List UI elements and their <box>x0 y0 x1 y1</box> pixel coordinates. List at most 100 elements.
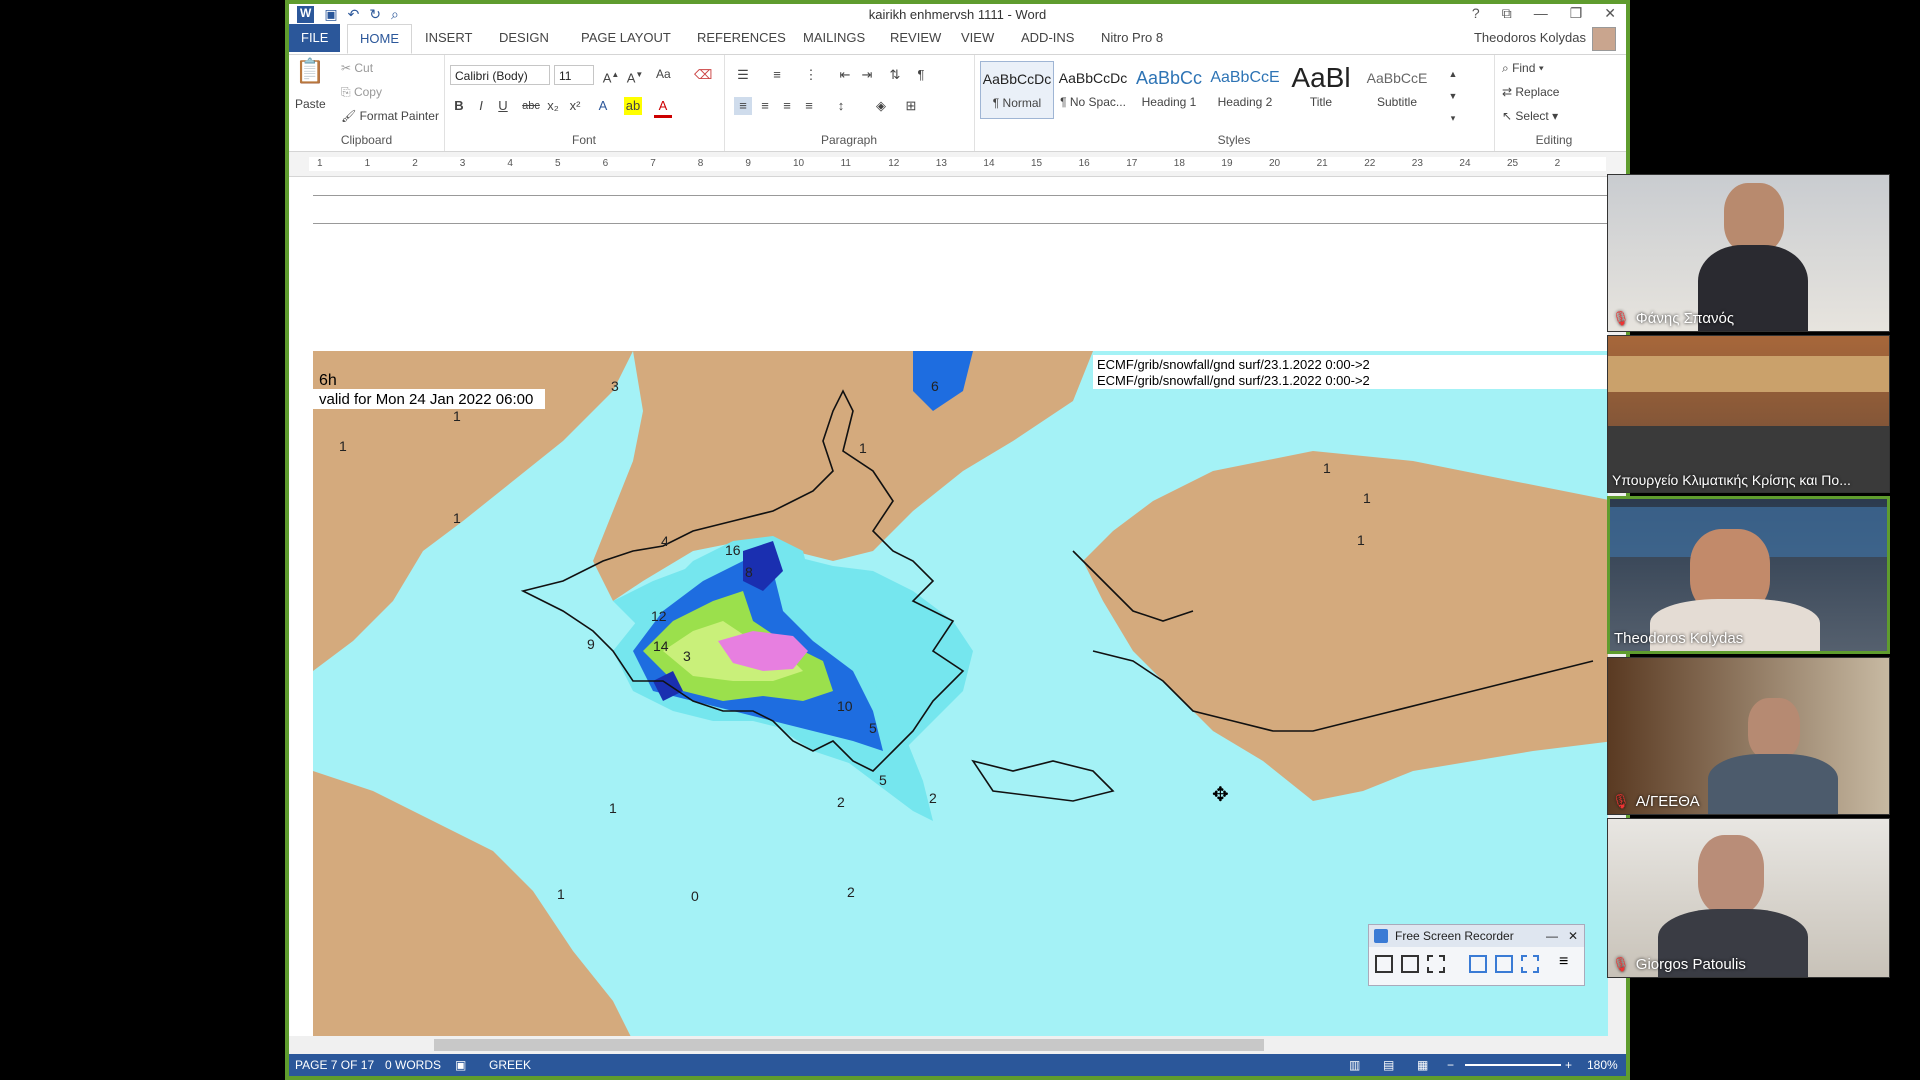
font-name-select[interactable]: Calibri (Body) <box>450 65 550 85</box>
subscript-icon[interactable]: x₂ <box>544 97 562 115</box>
style-no-spacing[interactable]: AaBbCcDc ¶ No Spac... <box>1056 61 1130 119</box>
horizontal-scrollbar[interactable] <box>289 1036 1626 1054</box>
style-title[interactable]: AaBl Title <box>1284 61 1358 119</box>
style-normal[interactable]: AaBbCcDc ¶ Normal <box>980 61 1054 119</box>
participant-tile[interactable]: 🎙 Giorgos Patoulis <box>1607 818 1890 978</box>
page-count[interactable]: PAGE 7 OF 17 <box>295 1054 374 1076</box>
increase-indent-icon[interactable]: ⇥ <box>858 66 876 84</box>
zoom-in-icon[interactable]: + <box>1565 1054 1572 1076</box>
style-heading-2[interactable]: AaBbCcE Heading 2 <box>1208 61 1282 119</box>
highlight-icon[interactable]: ab <box>624 97 642 115</box>
change-case-button[interactable]: Aa <box>656 67 671 81</box>
grow-font-icon[interactable]: A▲ <box>602 66 620 85</box>
read-mode-icon[interactable]: ▥ <box>1349 1054 1360 1076</box>
tab-page-layout[interactable]: PAGE LAYOUT <box>569 24 683 52</box>
bold-icon[interactable]: B <box>450 97 468 115</box>
contour-label: 1 <box>1357 532 1365 548</box>
tab-view[interactable]: VIEW <box>949 24 1006 52</box>
contour-label: 1 <box>1363 490 1371 506</box>
print-layout-icon[interactable]: ▤ <box>1383 1054 1394 1076</box>
tab-home[interactable]: HOME <box>347 24 412 54</box>
zoom-level[interactable]: 180% <box>1587 1054 1618 1076</box>
select-button[interactable]: ↖ Select ▾ <box>1502 109 1558 123</box>
document-page[interactable]: 6h valid for Mon 24 Jan 2022 06:00 ECMF/… <box>289 177 1614 1039</box>
mic-muted-icon: 🎙 <box>1612 310 1630 326</box>
tab-add-ins[interactable]: ADD-INS <box>1009 24 1086 52</box>
styles-scroll-up-icon[interactable]: ▲ <box>1444 65 1462 83</box>
capture-window-icon[interactable] <box>1495 955 1513 973</box>
shading-icon[interactable]: ◈ <box>872 97 890 115</box>
word-count[interactable]: 0 WORDS <box>385 1054 441 1076</box>
font-size-select[interactable]: 11 <box>554 65 594 85</box>
copy-button[interactable]: ⎘ Copy <box>341 85 382 100</box>
multilevel-list-icon[interactable]: ⋮ <box>802 66 820 84</box>
avatar[interactable] <box>1592 27 1616 51</box>
participant-tile[interactable]: Υπουργείο Κλιματικής Κρίσης και Πο... <box>1607 335 1890 493</box>
web-layout-icon[interactable]: ▦ <box>1417 1054 1428 1076</box>
tab-nitro-pro[interactable]: Nitro Pro 8 <box>1089 24 1175 52</box>
align-left-icon[interactable]: ≡ <box>734 97 752 115</box>
numbering-icon[interactable]: ≡ <box>768 66 786 84</box>
participant-tile[interactable]: 🎙 Α/ΓΕΕΘΑ <box>1607 657 1890 815</box>
style-subtitle[interactable]: AaBbCcE Subtitle <box>1360 61 1434 119</box>
align-center-icon[interactable]: ≡ <box>756 97 774 115</box>
close-icon[interactable]: ✕ <box>1604 5 1616 22</box>
zoom-slider[interactable] <box>1465 1064 1561 1066</box>
replace-button[interactable]: ⇄ Replace <box>1502 85 1559 99</box>
recorder-menu-icon[interactable]: ≡ <box>1559 953 1568 971</box>
tab-file[interactable]: FILE <box>289 24 341 52</box>
record-window-icon[interactable] <box>1401 955 1419 973</box>
tab-review[interactable]: REVIEW <box>878 24 953 52</box>
borders-icon[interactable]: ⊞ <box>902 97 920 115</box>
clear-formatting-icon[interactable]: ⌫ <box>694 66 712 84</box>
decrease-indent-icon[interactable]: ⇤ <box>836 66 854 84</box>
justify-icon[interactable]: ≡ <box>800 97 818 115</box>
paste-icon[interactable]: 📋 <box>295 60 325 93</box>
scroll-thumb[interactable] <box>434 1039 1264 1051</box>
find-button[interactable]: ⌕ Find ▾ <box>1502 61 1544 76</box>
styles-more-icon[interactable]: ▾ <box>1444 109 1462 127</box>
help-button[interactable]: ? <box>1472 5 1480 22</box>
record-region-icon[interactable] <box>1427 955 1445 973</box>
ribbon-display-icon[interactable]: ⧉ <box>1502 5 1512 22</box>
ruler-tick-label: 20 <box>1269 158 1281 169</box>
align-right-icon[interactable]: ≡ <box>778 97 796 115</box>
tab-insert[interactable]: INSERT <box>413 24 484 52</box>
strikethrough-icon[interactable]: abc <box>522 97 540 115</box>
record-fullscreen-icon[interactable] <box>1375 955 1393 973</box>
text-effects-icon[interactable]: A <box>594 97 612 115</box>
minimize-icon[interactable]: — <box>1534 5 1548 22</box>
format-painter-button[interactable]: 🖌 Format Painter <box>341 109 439 123</box>
horizontal-ruler[interactable]: 1 1 2 3 4 5 6 7 8 9 10 11 12 13 14 15 16 17 18 19 20 21 22 23 24… <box>289 152 1626 177</box>
participant-tile[interactable]: 🎙 Φάνης Σπανός <box>1607 174 1890 332</box>
paste-button[interactable]: Paste <box>295 97 326 111</box>
ruler-tick-label: 13 <box>935 158 947 169</box>
move-cursor-icon: ✥ <box>1212 784 1229 806</box>
tab-references[interactable]: REFERENCES <box>685 24 798 52</box>
line-spacing-icon[interactable]: ↕ <box>832 97 850 115</box>
underline-icon[interactable]: U <box>494 97 512 115</box>
participant-tile[interactable]: Theodoros Kolydas <box>1607 496 1890 654</box>
style-heading-1[interactable]: AaBbCc Heading 1 <box>1132 61 1206 119</box>
restore-icon[interactable]: ❐ <box>1570 5 1583 22</box>
font-color-icon[interactable]: A <box>654 97 672 118</box>
contour-label: 9 <box>587 636 595 652</box>
italic-icon[interactable]: I <box>472 97 490 115</box>
bullets-icon[interactable]: ☰ <box>734 66 752 84</box>
capture-fullscreen-icon[interactable] <box>1469 955 1487 973</box>
language[interactable]: GREEK <box>489 1054 531 1076</box>
cut-button[interactable]: ✂ Cut <box>341 61 373 75</box>
capture-region-icon[interactable] <box>1521 955 1539 973</box>
sort-icon[interactable]: ⇅ <box>886 66 904 84</box>
zoom-out-icon[interactable]: − <box>1447 1054 1454 1076</box>
recorder-close-icon[interactable]: ✕ <box>1568 925 1578 947</box>
tab-mailings[interactable]: MAILINGS <box>791 24 877 52</box>
show-formatting-icon[interactable]: ¶ <box>912 66 930 84</box>
styles-scroll-down-icon[interactable]: ▼ <box>1444 87 1462 105</box>
recorder-minimize-icon[interactable]: — <box>1546 925 1558 947</box>
proofing-icon[interactable]: ▣ <box>455 1054 466 1076</box>
shrink-font-icon[interactable]: A▼ <box>626 66 644 85</box>
superscript-icon[interactable]: x² <box>566 97 584 115</box>
tab-design[interactable]: DESIGN <box>487 24 561 52</box>
user-name[interactable]: Theodoros Kolydas <box>1474 30 1586 45</box>
